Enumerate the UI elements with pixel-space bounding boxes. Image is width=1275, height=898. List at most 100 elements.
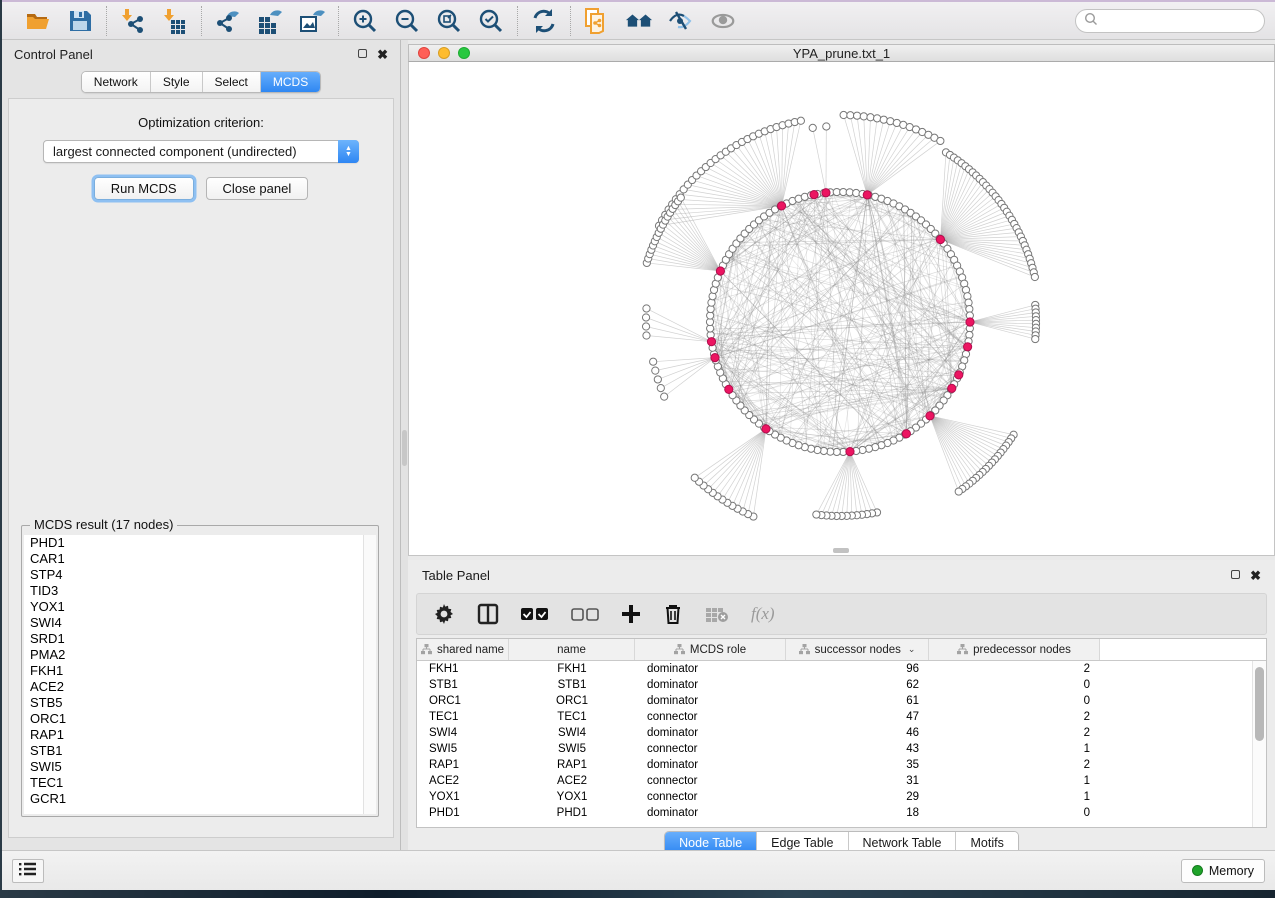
tab-select[interactable]: Select: [203, 72, 261, 92]
show-all-icon[interactable]: [709, 7, 737, 35]
network-graph[interactable]: [409, 62, 1275, 554]
table-cell: 1: [929, 775, 1100, 787]
mcds-result-item[interactable]: ACE2: [24, 679, 376, 695]
table-cell: ACE2: [509, 775, 635, 787]
save-session-icon[interactable]: [66, 7, 94, 35]
close-panel-button[interactable]: Close panel: [206, 177, 309, 200]
zoom-selected-icon[interactable]: [477, 7, 505, 35]
optimization-criterion-value: largest connected component (undirected): [44, 144, 339, 159]
chevron-up-down-icon: ▲▼: [338, 140, 359, 163]
panel-splitter[interactable]: [401, 40, 408, 850]
memory-button[interactable]: Memory: [1181, 859, 1265, 883]
table-cell: 62: [786, 679, 929, 691]
network-node: [1031, 273, 1038, 280]
mcds-result-item[interactable]: SRD1: [24, 631, 376, 647]
open-file-icon[interactable]: [24, 7, 52, 35]
table-scrollbar[interactable]: [1252, 661, 1266, 827]
mcds-result-item[interactable]: ORC1: [24, 711, 376, 727]
float-panel-icon[interactable]: [358, 48, 367, 60]
float-table-panel-icon[interactable]: [1231, 569, 1240, 581]
table-cell: ORC1: [509, 695, 635, 707]
mcds-result-item[interactable]: RAP1: [24, 727, 376, 743]
table-cell: PHD1: [417, 807, 509, 819]
tab-style[interactable]: Style: [151, 72, 203, 92]
table-cell: 2: [929, 711, 1100, 723]
table-row[interactable]: SWI4SWI4dominator462: [417, 725, 1266, 741]
table-row[interactable]: PHD1PHD1dominator180: [417, 805, 1266, 821]
export-table-icon[interactable]: [256, 7, 284, 35]
mcds-result-item[interactable]: PMA2: [24, 647, 376, 663]
splitter-grip[interactable]: [402, 430, 407, 466]
apply-layout-icon[interactable]: [530, 7, 558, 35]
close-panel-icon[interactable]: ✖: [377, 48, 388, 61]
function-builder-icon: f(x): [751, 601, 775, 627]
task-list-icon: [19, 862, 37, 879]
first-neighbors-icon[interactable]: [625, 7, 653, 35]
table-row[interactable]: ACE2ACE2connector311: [417, 773, 1266, 789]
network-window-titlebar[interactable]: YPA_prune.txt_1: [408, 44, 1275, 62]
table-row[interactable]: YOX1YOX1connector291: [417, 789, 1266, 805]
settings-gear-icon[interactable]: [433, 601, 455, 627]
column-header-shared-name[interactable]: shared name: [417, 639, 509, 660]
run-mcds-button[interactable]: Run MCDS: [94, 177, 194, 200]
select-all-icon[interactable]: [521, 601, 549, 627]
mcds-result-item[interactable]: SWI5: [24, 759, 376, 775]
control-panel-tabs: NetworkStyleSelectMCDS: [2, 71, 400, 93]
copy-network-icon[interactable]: [583, 7, 611, 35]
table-row[interactable]: STB1STB1dominator620: [417, 677, 1266, 693]
tab-mcds[interactable]: MCDS: [261, 72, 320, 92]
search-input[interactable]: [1103, 14, 1258, 28]
export-image-icon[interactable]: [298, 7, 326, 35]
mcds-result-item[interactable]: STP4: [24, 567, 376, 583]
mcds-result-item[interactable]: YOX1: [24, 599, 376, 615]
network-node: [650, 358, 657, 365]
network-node: [809, 124, 816, 131]
column-header-MCDS-role[interactable]: MCDS role: [635, 639, 786, 660]
mcds-result-item[interactable]: PHD1: [24, 535, 376, 551]
table-row[interactable]: FKH1FKH1dominator962: [417, 661, 1266, 677]
network-node: [657, 385, 664, 392]
column-header-successor-nodes[interactable]: successor nodes⌄: [786, 639, 929, 660]
table-panel-title: Table Panel: [422, 568, 490, 583]
table-row[interactable]: RAP1RAP1dominator352: [417, 757, 1266, 773]
table-scrollbar-thumb[interactable]: [1255, 667, 1264, 741]
import-network-icon[interactable]: [119, 7, 147, 35]
zoom-out-icon[interactable]: [393, 7, 421, 35]
network-canvas[interactable]: [408, 62, 1275, 556]
show-columns-icon[interactable]: [477, 601, 499, 627]
table-cell: 2: [929, 759, 1100, 771]
mcds-result-item[interactable]: SWI4: [24, 615, 376, 631]
tab-network[interactable]: Network: [82, 72, 151, 92]
dominator-node: [777, 202, 785, 210]
deselect-all-icon[interactable]: [571, 601, 599, 627]
close-table-panel-icon[interactable]: ✖: [1250, 569, 1261, 582]
table-row[interactable]: TEC1TEC1connector472: [417, 709, 1266, 725]
column-header-name[interactable]: name: [509, 639, 635, 660]
table-row[interactable]: SWI5SWI5connector431: [417, 741, 1266, 757]
mcds-result-item[interactable]: CAR1: [24, 551, 376, 567]
dominator-node: [846, 448, 854, 456]
mcds-list-scrollbar[interactable]: [363, 535, 376, 814]
mcds-result-item[interactable]: GCR1: [24, 791, 376, 807]
network-search-field[interactable]: [1075, 9, 1265, 33]
mcds-result-item[interactable]: STB5: [24, 695, 376, 711]
control-panel-titlebar: Control Panel ✖: [2, 40, 400, 68]
mcds-result-item[interactable]: STB1: [24, 743, 376, 759]
sort-desc-icon: ⌄: [908, 644, 916, 655]
add-column-icon[interactable]: [621, 601, 641, 627]
export-network-icon[interactable]: [214, 7, 242, 35]
zoom-in-icon[interactable]: [351, 7, 379, 35]
zoom-fit-icon[interactable]: [435, 7, 463, 35]
dominator-node: [902, 430, 910, 438]
mcds-result-item[interactable]: TEC1: [24, 775, 376, 791]
table-row[interactable]: ORC1ORC1dominator610: [417, 693, 1266, 709]
column-header-predecessor-nodes[interactable]: predecessor nodes: [929, 639, 1100, 660]
task-history-button[interactable]: [12, 859, 44, 883]
canvas-scroll-thumb[interactable]: [833, 548, 849, 553]
optimization-criterion-select[interactable]: largest connected component (undirected)…: [43, 140, 359, 163]
mcds-result-item[interactable]: FKH1: [24, 663, 376, 679]
mcds-result-item[interactable]: TID3: [24, 583, 376, 599]
import-table-icon[interactable]: [161, 7, 189, 35]
delete-column-icon[interactable]: [663, 601, 683, 627]
hide-selected-icon[interactable]: [667, 7, 695, 35]
